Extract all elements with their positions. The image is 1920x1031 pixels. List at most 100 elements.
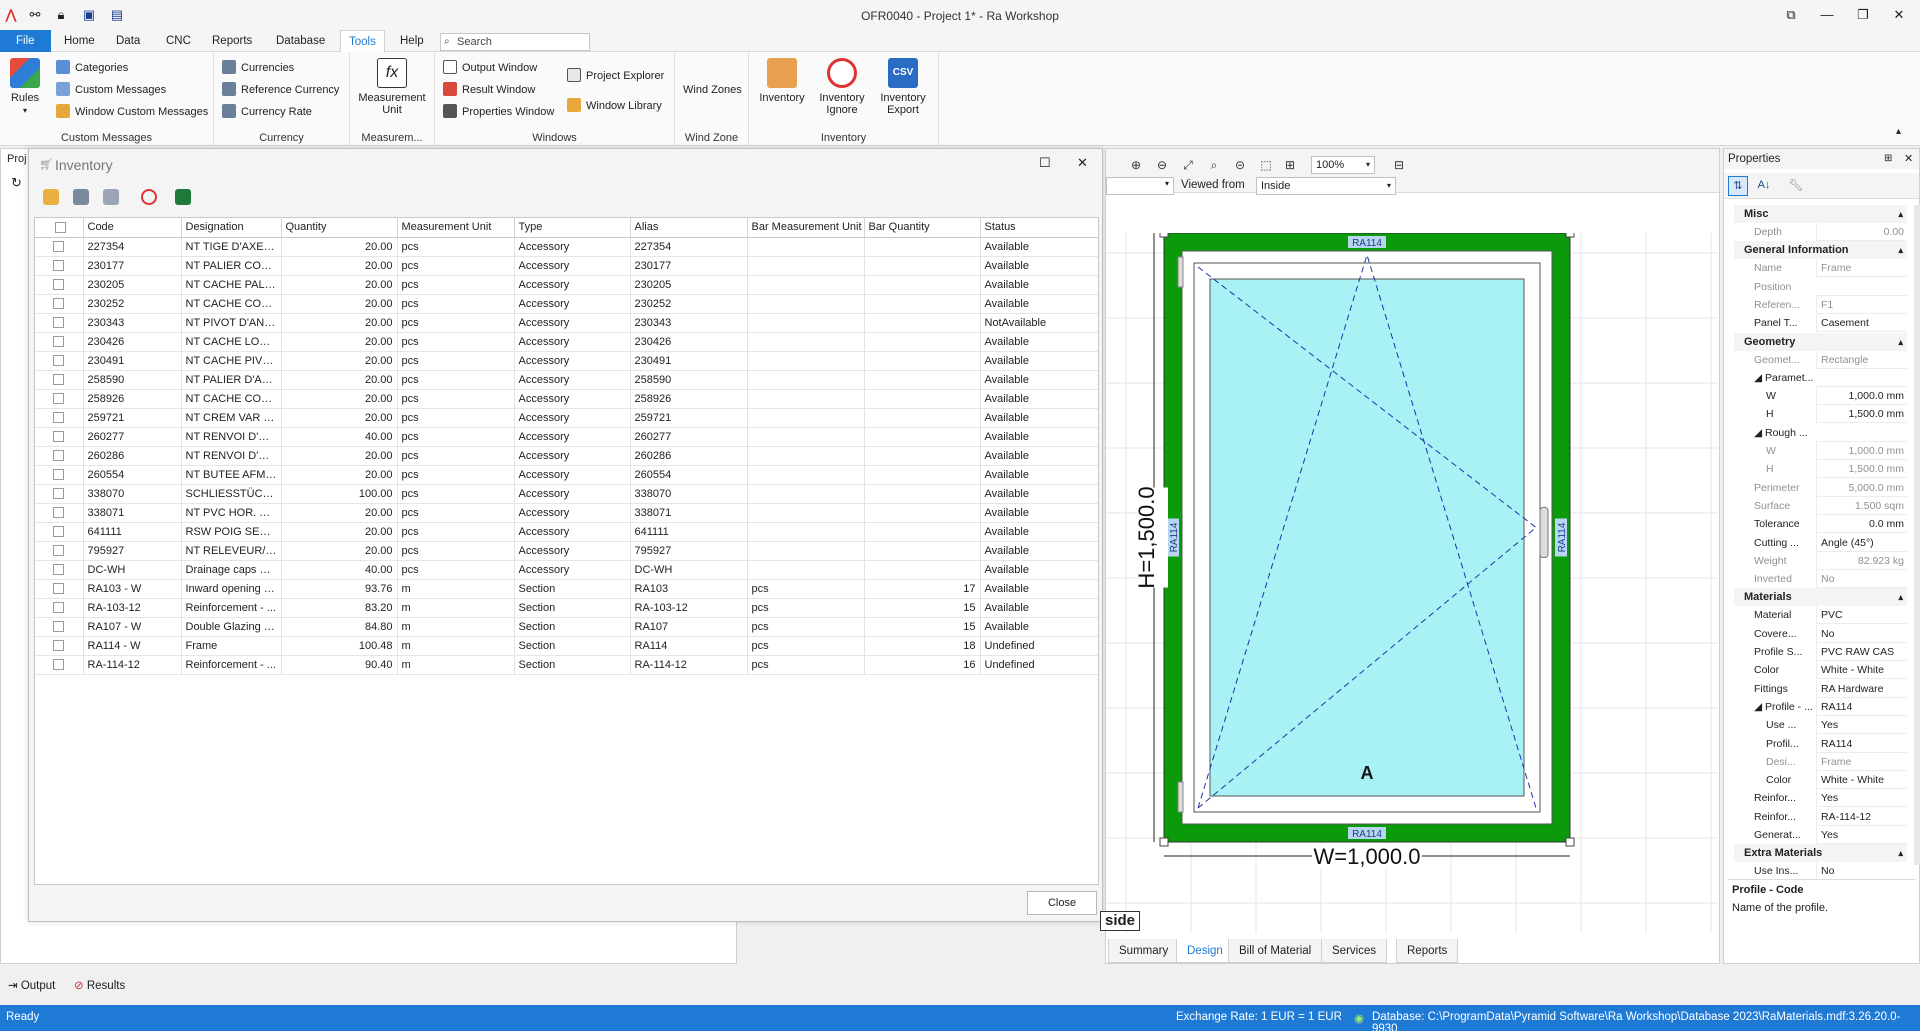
row-checkbox[interactable] [35,389,84,409]
property-row[interactable]: Tolerance 0.0 mm [1744,515,1907,534]
table-row[interactable]: 258926 NT CACHE COUR... 20.00 pcs Accessory 2… [35,389,1098,409]
menu-file[interactable]: File [0,30,51,52]
maximize-button[interactable]: ❐ [1848,4,1878,26]
zoom-select-icon[interactable]: ⬚ [1258,157,1274,173]
export-icon[interactable] [103,189,119,205]
layer-select[interactable]: ▾ [1106,177,1174,195]
property-row[interactable]: H 1,500.0 mm [1744,405,1907,424]
table-row[interactable]: RA-103-12 Reinforcement - ... 83.20 m Sectio… [35,598,1098,618]
property-row[interactable]: Inverted No [1744,570,1907,589]
currencies-button[interactable]: Currencies [222,58,294,78]
table-row[interactable]: 230205 NT CACHE PALIE... 20.00 pcs Accessory… [35,275,1098,295]
property-row[interactable]: Fittings RA Hardware [1744,679,1907,698]
column-header-quantity[interactable]: Quantity [281,218,398,238]
menu-tools[interactable]: Tools [340,30,385,52]
collapse-ribbon-icon[interactable]: ▴ [1896,126,1901,137]
property-value[interactable]: RA114 [1816,697,1907,716]
table-row[interactable]: 259721 NT CREM VAR F1... 20.00 pcs Accessory… [35,408,1098,428]
inventory-ignore-button[interactable]: Inventory Ignore [813,58,871,116]
table-row[interactable]: 230491 NT CACHE PIVOT... 20.00 pcs Accessory… [35,351,1098,371]
wrench-icon[interactable]: 🔧︎ [1786,176,1806,196]
column-header-alias[interactable]: Alias [630,218,748,238]
property-row[interactable]: Use Ins... No [1744,862,1907,881]
zoom-previous-icon[interactable]: ⊝ [1232,157,1248,173]
zoom-select[interactable]: 100% ▾ [1311,156,1375,174]
property-value[interactable]: PVC RAW CAS [1816,643,1907,661]
property-row[interactable]: W 1,000.0 mm [1744,442,1907,460]
alphabetical-icon[interactable]: A↓ [1754,176,1774,196]
wind-zones-button[interactable]: Wind Zones [683,80,742,100]
property-row[interactable]: Reinfor... Yes [1744,789,1907,808]
viewed-from-select[interactable]: Inside ▾ [1256,177,1396,195]
checkbox-icon[interactable] [53,260,65,272]
property-row[interactable]: ◢ Rough ... [1744,423,1907,442]
row-checkbox[interactable] [35,541,84,561]
table-row[interactable]: 795927 NT RELEVEUR/AFM 20.00 pcs Accessory 79… [35,541,1098,561]
checkbox-icon[interactable] [53,640,65,652]
import-icon[interactable] [73,189,89,205]
rules-button[interactable]: Rules ▾ [4,58,46,117]
property-value[interactable]: No [1816,570,1907,589]
checkbox-icon[interactable] [53,298,65,310]
table-row[interactable]: 258590 NT PALIER D'AN... 20.00 pcs Accessory… [35,370,1098,390]
zoom-window-icon[interactable]: ⌕ [1206,157,1222,173]
property-category-geometry[interactable]: Geometry ▴ [1734,332,1907,351]
ignore-icon[interactable] [141,189,157,205]
properties-window-button[interactable]: Properties Window [443,102,554,122]
close-icon[interactable]: ✕ [1077,155,1088,171]
column-header-designation[interactable]: Designation [181,218,282,238]
row-checkbox[interactable] [35,636,84,656]
row-checkbox[interactable] [35,313,84,333]
property-category-extra-materials[interactable]: Extra Materials ▴ [1734,844,1907,863]
checkbox-icon[interactable] [53,374,65,386]
property-row[interactable]: Panel T... Casement [1744,314,1907,333]
checkbox-icon[interactable] [53,336,65,348]
property-value[interactable]: 0.0 mm [1816,515,1907,534]
property-value[interactable]: 1,500.0 mm [1816,405,1907,424]
add-inventory-icon[interactable] [43,189,59,205]
checkbox-icon[interactable] [53,317,65,329]
property-value[interactable]: 1,500.0 mm [1816,460,1907,479]
row-checkbox[interactable] [35,522,84,542]
property-row[interactable]: Material PVC [1744,606,1907,625]
window-drawing[interactable]: RA114 RA114 RA114 RA114 A H=1,500.0 W=1,000.0 [1106,233,1718,933]
table-row[interactable]: 230343 NT PIVOT D'ANG... 20.00 pcs Accessory… [35,313,1098,333]
window-custom-messages-button[interactable]: Window Custom Messages [56,102,208,122]
currency-rate-button[interactable]: Currency Rate [222,102,312,122]
checkbox-icon[interactable] [53,431,65,443]
property-row[interactable]: ◢ Profile - ... RA114 [1744,697,1907,716]
result-window-button[interactable]: Result Window [443,80,535,100]
properties-scrollbar[interactable] [1914,205,1920,865]
zoom-in-icon[interactable]: ⊕ [1128,157,1144,173]
search-input[interactable]: ⌕ Search [440,33,590,51]
property-row[interactable]: Reinfor... RA-114-12 [1744,807,1907,826]
property-value[interactable]: Yes [1816,716,1907,735]
row-checkbox[interactable] [35,655,84,675]
property-value[interactable]: 1,000.0 mm [1816,387,1907,406]
table-row[interactable]: 230177 NT PALIER COMP... 20.00 pcs Accessory… [35,256,1098,276]
row-checkbox[interactable] [35,484,84,504]
property-row[interactable]: Color White - White [1744,771,1907,790]
categorized-icon[interactable]: ⇅ [1728,176,1748,196]
zoom-fit-icon[interactable]: ⊞ [1282,157,1298,173]
row-checkbox[interactable] [35,503,84,523]
column-header-bar-measurement-unit[interactable]: Bar Measurement Unit [747,218,865,238]
property-row[interactable]: W 1,000.0 mm [1744,387,1907,406]
refresh-icon[interactable]: ↻ [11,175,22,191]
checkbox-icon[interactable] [53,393,65,405]
property-row[interactable]: Profil... RA114 [1744,734,1907,753]
table-row[interactable]: 230252 NT CACHE COMP... 20.00 pcs Accessory 2… [35,294,1098,314]
property-row[interactable]: Surface 1.500 sqm [1744,496,1907,515]
menu-database[interactable]: Database [268,30,333,52]
property-value[interactable]: White - White [1816,661,1907,680]
menu-data[interactable]: Data [108,30,148,52]
row-checkbox[interactable] [35,370,84,390]
project-explorer-button[interactable]: Project Explorer [567,66,664,86]
property-row[interactable]: Name Frame [1744,259,1907,278]
property-row[interactable]: Generat... Yes [1744,826,1907,844]
table-row[interactable]: 260277 NT RENVOI D'AN... 40.00 pcs Accessory… [35,427,1098,447]
checkbox-icon[interactable] [53,469,65,481]
menu-reports[interactable]: Reports [204,30,260,52]
property-row[interactable]: Color White - White [1744,661,1907,680]
property-value[interactable]: 1.500 sqm [1816,496,1907,515]
